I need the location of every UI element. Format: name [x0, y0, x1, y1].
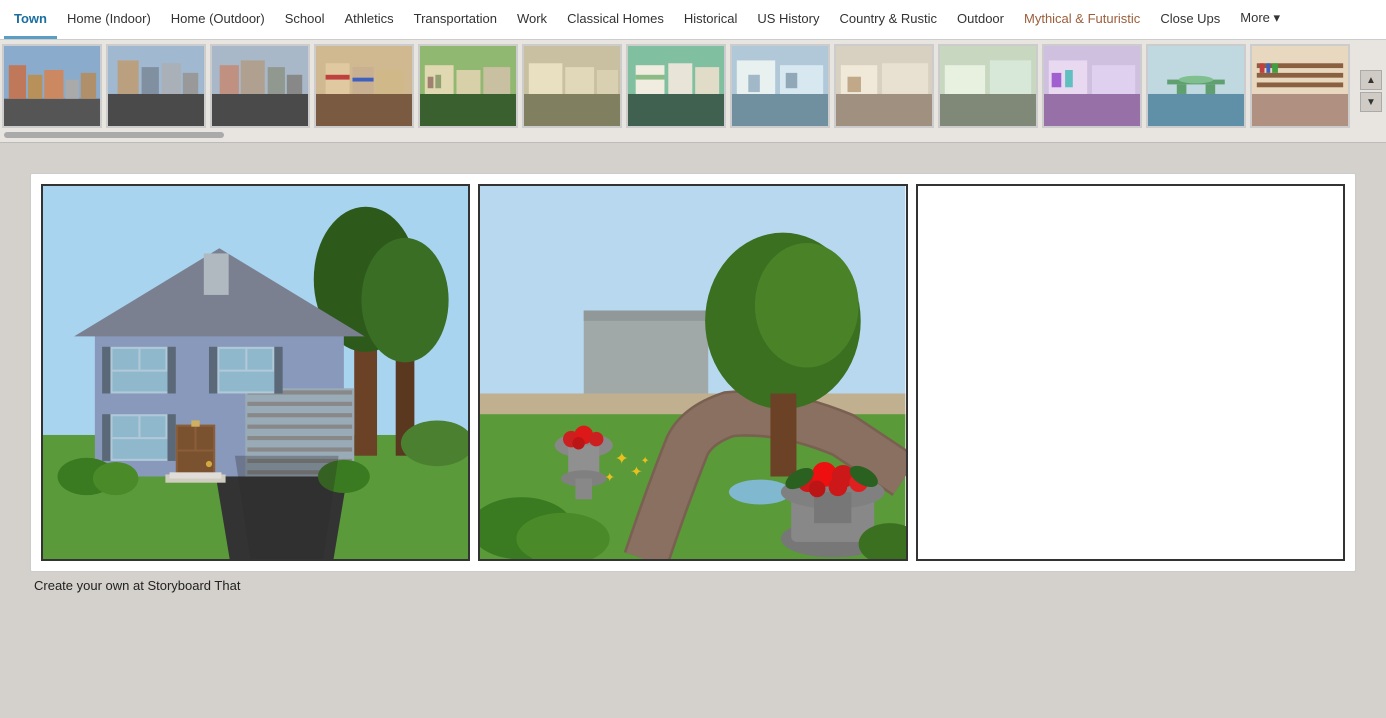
scroll-track-container [0, 132, 1386, 142]
nav-item-outdoor[interactable]: Outdoor [947, 0, 1014, 39]
thumb-9[interactable] [834, 44, 934, 128]
thumbnail-strip-wrapper: ▲ ▼ [0, 40, 1386, 143]
thumb-12[interactable] [1146, 44, 1246, 128]
thumb-6[interactable] [522, 44, 622, 128]
nav-item-more[interactable]: More ▾ [1230, 0, 1290, 39]
storyboard-cell-1[interactable] [41, 184, 470, 561]
storyboard-area: ✦ ✦ ✦ ✦ ✦ ✦ [0, 143, 1386, 607]
nav-item-transportation[interactable]: Transportation [404, 0, 507, 39]
thumb-3[interactable] [210, 44, 310, 128]
svg-text:✦: ✦ [605, 471, 615, 485]
thumb-5[interactable] [418, 44, 518, 128]
scroll-track[interactable] [4, 132, 224, 138]
nav-item-historical[interactable]: Historical [674, 0, 747, 39]
thumb-1[interactable] [2, 44, 102, 128]
nav-item-athletics[interactable]: Athletics [334, 0, 403, 39]
thumb-13[interactable] [1250, 44, 1350, 128]
thumbnail-strip [0, 40, 1386, 132]
nav-bar: Town Home (Indoor) Home (Outdoor) School… [0, 0, 1386, 40]
thumb-2[interactable] [106, 44, 206, 128]
nav-item-mythical-futuristic[interactable]: Mythical & Futuristic [1014, 0, 1150, 39]
svg-text:✦: ✦ [641, 456, 650, 467]
svg-text:✦: ✦ [615, 449, 629, 468]
nav-item-classical-homes[interactable]: Classical Homes [557, 0, 674, 39]
nav-item-country-rustic[interactable]: Country & Rustic [829, 0, 947, 39]
thumb-10[interactable] [938, 44, 1038, 128]
thumb-11[interactable] [1042, 44, 1142, 128]
thumb-7[interactable] [626, 44, 726, 128]
scroll-up-button[interactable]: ▲ [1360, 70, 1382, 90]
nav-item-town[interactable]: Town [4, 0, 57, 39]
nav-item-home-outdoor[interactable]: Home (Outdoor) [161, 0, 275, 39]
nav-item-us-history[interactable]: US History [747, 0, 829, 39]
thumb-8[interactable] [730, 44, 830, 128]
strip-controls: ▲ ▼ [1360, 70, 1382, 112]
storyboard-caption: Create your own at Storyboard That [30, 572, 1356, 597]
nav-item-home-indoor[interactable]: Home (Indoor) [57, 0, 161, 39]
thumb-4[interactable] [314, 44, 414, 128]
nav-item-school[interactable]: School [275, 0, 335, 39]
scroll-down-button[interactable]: ▼ [1360, 92, 1382, 112]
nav-item-close-ups[interactable]: Close Ups [1150, 0, 1230, 39]
storyboard-cell-3[interactable] [916, 184, 1345, 561]
storyboard-container: ✦ ✦ ✦ ✦ ✦ ✦ [30, 173, 1356, 572]
nav-item-work[interactable]: Work [507, 0, 557, 39]
storyboard-cell-2[interactable]: ✦ ✦ ✦ ✦ ✦ ✦ [478, 184, 907, 561]
